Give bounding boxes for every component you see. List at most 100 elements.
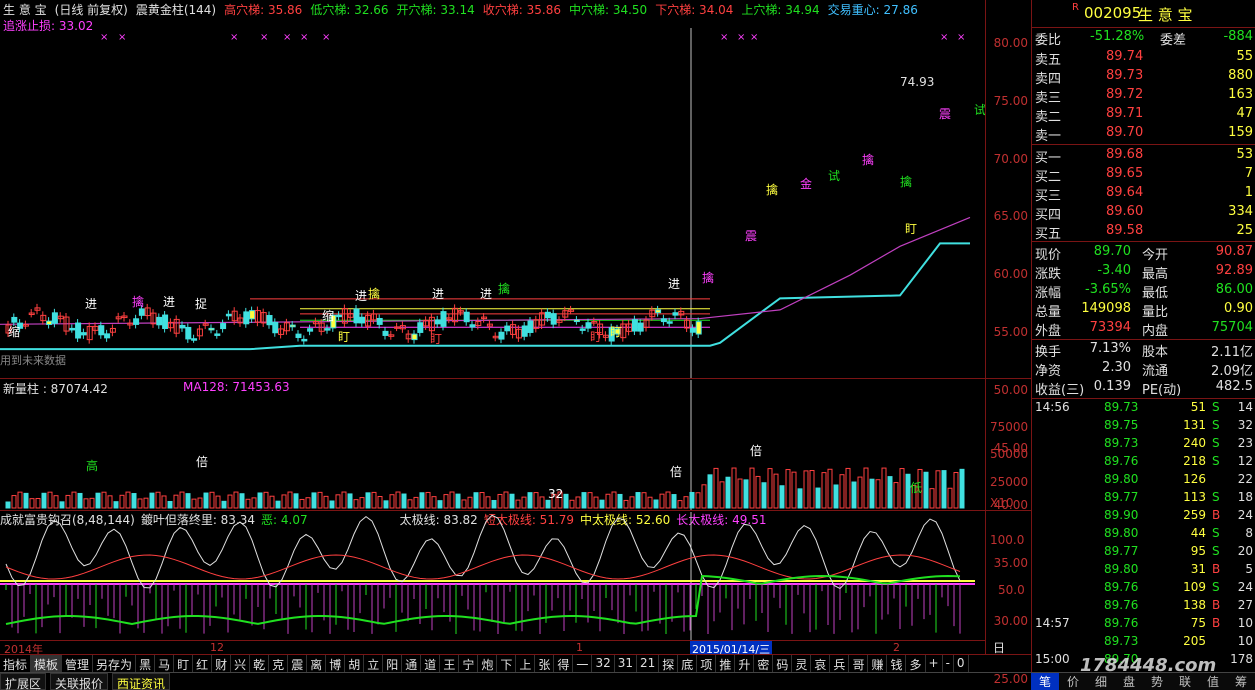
toolbar-item-22[interactable]: 炮 (478, 655, 498, 672)
toolbar-item-35[interactable]: 升 (735, 655, 755, 672)
candle (527, 320, 534, 333)
stat-row: 总量 149098 量比 0.90 (1032, 300, 1255, 320)
toolbar-item-29[interactable]: 31 (615, 655, 637, 672)
toolbar-item-31[interactable]: 探 (659, 655, 679, 672)
toolbar-item-7[interactable]: 红 (193, 655, 213, 672)
stat-label: 量比 (1142, 305, 1169, 320)
signal-label: 震 (939, 107, 951, 121)
toolbar-item-40[interactable]: 兵 (830, 655, 850, 672)
volume-bar (119, 494, 125, 509)
candle (463, 311, 470, 323)
bid-price: 89.68 (1106, 147, 1144, 162)
right-tab-7[interactable]: 筹 (1227, 673, 1255, 690)
volume-bar (227, 494, 233, 509)
toolbar-item-13[interactable]: 离 (307, 655, 327, 672)
toolbar-item-27[interactable]: 一 (573, 655, 593, 672)
toolbar-item-21[interactable]: 宁 (459, 655, 479, 672)
price-chart[interactable]: 进擒进捉进擒进进擒进擒震擒 金试擒擒震 试盯盯盯盯盯缩缩× × × × × × × × × × × × (0, 18, 985, 378)
toolbar-item-42[interactable]: 赚 (868, 655, 888, 672)
tick-row: 89.80 31 B 5 (1032, 562, 1255, 580)
volume-bar (803, 470, 809, 509)
toolbar-item-32[interactable]: 底 (678, 655, 698, 672)
toolbar-item-17[interactable]: 阳 (383, 655, 403, 672)
volume-axis-label: X10 (990, 496, 1014, 510)
toolbar-item-45[interactable]: + (926, 655, 943, 672)
volume-chart[interactable]: 高倍倍倍32 低 (0, 380, 985, 510)
toolbar-item-43[interactable]: 钱 (887, 655, 907, 672)
volume-bar (713, 467, 719, 509)
tick-price: 89.77 (1104, 490, 1139, 504)
toolbar-item-1[interactable]: 模板 (31, 655, 63, 672)
tick-divider (1032, 398, 1255, 399)
indicator-chart[interactable] (0, 512, 985, 640)
toolbar-item-38[interactable]: 灵 (792, 655, 812, 672)
status-tab-1[interactable]: 关联报价 (50, 673, 109, 690)
toolbar-item-3[interactable]: 另存为 (93, 655, 137, 672)
volume-bar (347, 493, 353, 509)
tick-side: S (1212, 490, 1220, 504)
toolbar-item-16[interactable]: 立 (364, 655, 384, 672)
top-marker: × (260, 32, 268, 43)
toolbar-item-37[interactable]: 码 (773, 655, 793, 672)
toolbar-item-47[interactable]: 0 (954, 655, 969, 672)
toolbar-item-9[interactable]: 兴 (231, 655, 251, 672)
toolbar-item-28[interactable]: 32 (592, 655, 615, 672)
signal-label: 擒 (862, 152, 874, 167)
status-tab-2[interactable]: 西证资讯 (112, 673, 171, 690)
candle (579, 328, 586, 331)
toolbar-item-24[interactable]: 上 (516, 655, 536, 672)
toolbar-item-25[interactable]: 张 (535, 655, 555, 672)
toolbar-item-33[interactable]: 项 (697, 655, 717, 672)
candle (104, 333, 111, 339)
toolbar-item-14[interactable]: 博 (326, 655, 346, 672)
right-tab-0[interactable]: 笔 (1031, 673, 1059, 690)
toolbar-item-41[interactable]: 哥 (849, 655, 869, 672)
signal-label: 金 (800, 176, 812, 191)
toolbar-item-20[interactable]: 王 (440, 655, 460, 672)
bid-volume: 1 (1244, 185, 1253, 200)
toolbar-item-23[interactable]: 下 (497, 655, 517, 672)
toolbar-item-36[interactable]: 密 (754, 655, 774, 672)
tick-time: 14:56 (1035, 400, 1070, 414)
toolbar-item-10[interactable]: 乾 (250, 655, 270, 672)
volume-bar (629, 496, 635, 509)
tick-count: 23 (1237, 436, 1253, 450)
toolbar-item-46[interactable]: - (943, 655, 954, 672)
volume-bar (65, 494, 71, 509)
tick-price: 89.76 (1104, 580, 1139, 594)
tick-count: 5 (1245, 562, 1253, 576)
indicator-name[interactable]: 震黄金柱(144) (136, 1, 216, 18)
toolbar-item-30[interactable]: 21 (637, 655, 660, 672)
volume-bar (125, 491, 131, 509)
status-tab-0[interactable]: 扩展区 (0, 673, 47, 690)
toolbar-item-6[interactable]: 盯 (174, 655, 194, 672)
toolbar-item-26[interactable]: 得 (554, 655, 574, 672)
stat2-row: 换手 7.13% 股本 2.11亿 (1032, 340, 1255, 360)
toolbar-item-2[interactable]: 管理 (62, 655, 94, 672)
candle (672, 312, 679, 316)
tick-side: S (1212, 580, 1220, 594)
toolbar-item-4[interactable]: 黑 (136, 655, 156, 672)
header-values: 高穴梯: 35.86 低穴梯: 32.66 开穴梯: 33.14 收穴梯: 35.86… (224, 1, 918, 18)
toolbar-item-5[interactable]: 马 (155, 655, 175, 672)
volume-bar (71, 491, 77, 509)
toolbar-item-12[interactable]: 震 (288, 655, 308, 672)
tick-count: 20 (1237, 544, 1253, 558)
volume-bar (593, 496, 599, 509)
candle (307, 328, 314, 332)
volume-bar (851, 481, 857, 509)
candle (376, 317, 383, 325)
toolbar-item-39[interactable]: 哀 (811, 655, 831, 672)
divider (0, 378, 1031, 379)
period-label: (日线 前复权) (54, 2, 128, 17)
toolbar-item-19[interactable]: 道 (421, 655, 441, 672)
toolbar-item-44[interactable]: 多 (906, 655, 926, 672)
toolbar-item-11[interactable]: 克 (269, 655, 289, 672)
toolbar-item-18[interactable]: 通 (402, 655, 422, 672)
signal-label: 擒 (132, 294, 144, 309)
toolbar-item-15[interactable]: 胡 (345, 655, 365, 672)
toolbar-item-0[interactable]: 指标 (0, 655, 32, 672)
toolbar-item-8[interactable]: 财 (212, 655, 232, 672)
toolbar-item-34[interactable]: 推 (716, 655, 736, 672)
candle (498, 331, 505, 340)
